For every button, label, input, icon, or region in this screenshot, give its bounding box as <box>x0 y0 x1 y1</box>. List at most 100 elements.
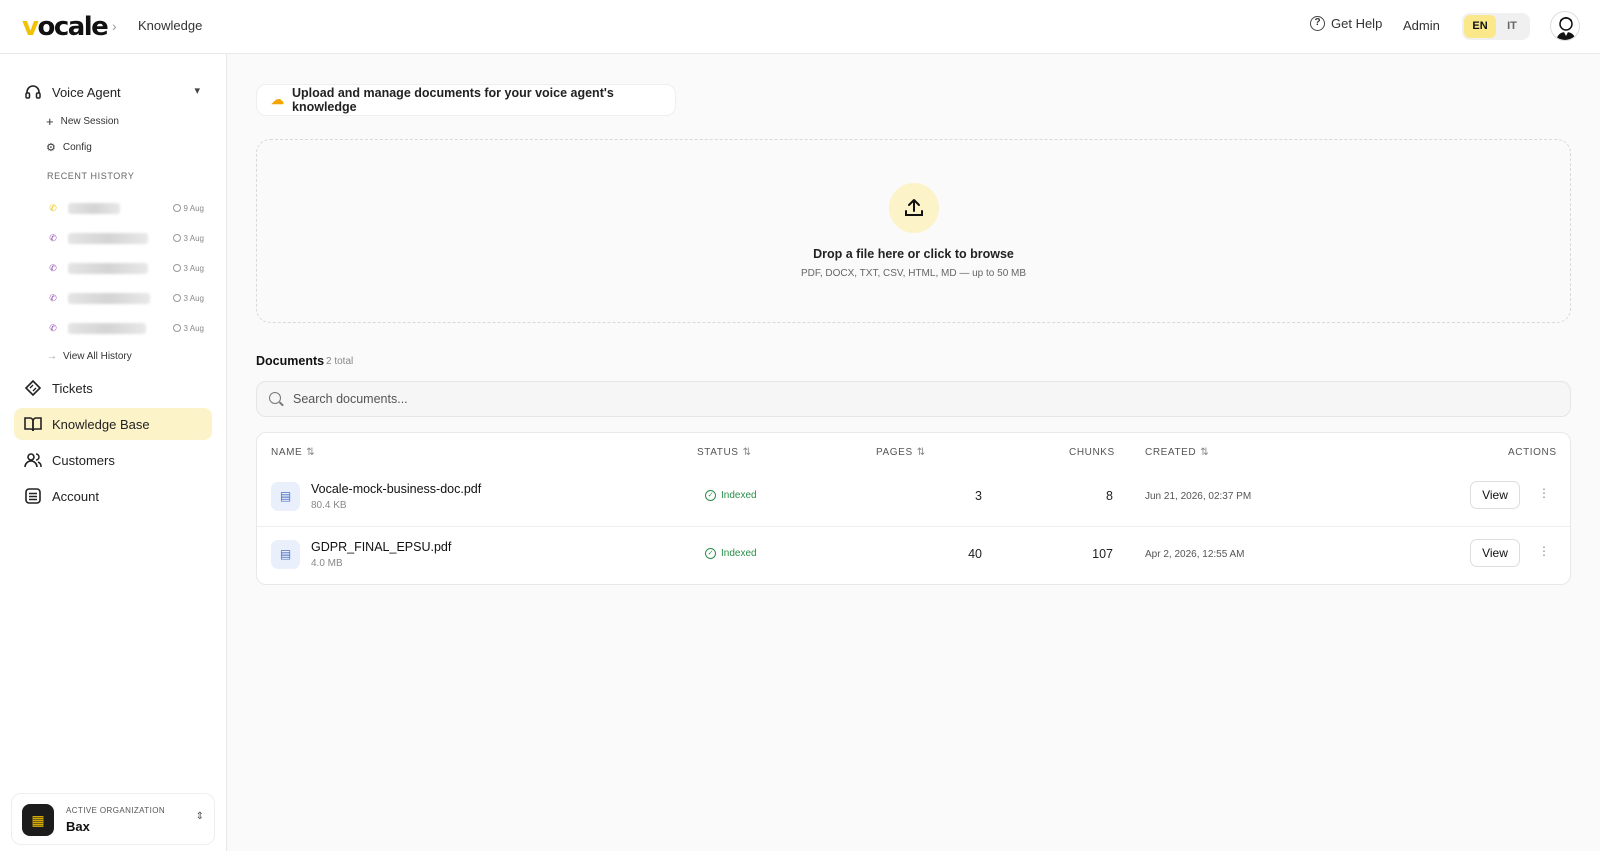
file-size: 4.0 MB <box>311 558 343 569</box>
clock-icon <box>172 324 181 332</box>
org-name: Bax <box>66 819 90 834</box>
sidebar-item-customers[interactable]: Customers <box>14 444 212 476</box>
search-bar <box>256 381 1571 417</box>
top-bar: vocale › Knowledge ? Get Help Admin EN I… <box>0 0 1600 54</box>
admin-link[interactable]: Admin <box>1403 18 1440 33</box>
sort-icon[interactable]: ⇅ <box>1200 447 1209 458</box>
headset-icon <box>25 85 41 99</box>
documents-table: NAME ⇅ STATUS ⇅ PAGES ⇅ CHUNKS CREATED ⇅ ACT… <box>256 432 1571 585</box>
chevron-down-icon[interactable]: ▾ <box>194 84 200 97</box>
gear-icon: ⚙ <box>46 142 56 154</box>
redacted-session-title <box>68 232 148 244</box>
get-help-button[interactable]: ? Get Help <box>1310 16 1382 31</box>
sidebar-item-voice-agent[interactable]: Voice Agent ▾ <box>14 76 212 108</box>
arrow-right-icon: → <box>47 351 57 362</box>
clock-icon <box>172 204 181 212</box>
sidebar-item-label: Account <box>52 488 99 504</box>
sidebar-item-label: Knowledge Base <box>52 416 150 432</box>
chevron-up-down-icon[interactable]: ⇕ <box>196 811 204 822</box>
sidebar-item-label: Customers <box>52 452 115 468</box>
file-text-icon: ▤ <box>271 540 300 569</box>
status-badge: ✓ Indexed <box>705 548 757 559</box>
column-header-name[interactable]: NAME ⇅ <box>271 447 315 458</box>
column-header-status[interactable]: STATUS ⇅ <box>697 447 752 458</box>
drop-title: Drop a file here or click to browse <box>813 247 1014 261</box>
phone-call-icon: ✆ <box>49 233 57 243</box>
upload-icon <box>889 183 939 233</box>
get-help-label: Get Help <box>1331 16 1383 31</box>
check-circle-icon: ✓ <box>705 548 716 559</box>
sort-icon[interactable]: ⇅ <box>917 447 926 458</box>
view-all-history-link[interactable]: → View All History <box>47 351 132 362</box>
sidebar-item-account[interactable]: Account <box>14 480 212 512</box>
history-item[interactable]: ✆ 3 Aug <box>46 290 204 306</box>
column-header-chunks: CHUNKS <box>1069 447 1115 458</box>
redacted-session-title <box>68 202 120 214</box>
book-open-icon <box>24 417 42 432</box>
view-button[interactable]: View <box>1470 539 1520 567</box>
view-all-history-label: View All History <box>63 351 132 362</box>
column-header-created[interactable]: CREATED ⇅ <box>1145 447 1209 458</box>
account-list-icon <box>25 488 41 504</box>
file-text-icon: ▤ <box>271 482 300 511</box>
help-icon: ? <box>1310 16 1325 31</box>
cloud-upload-icon: ☁ <box>271 92 284 107</box>
lang-en-button[interactable]: EN <box>1464 15 1496 38</box>
pages-value: 3 <box>975 489 982 503</box>
clock-icon <box>172 264 181 272</box>
language-switch: EN IT <box>1462 13 1530 40</box>
phone-icon: ✆ <box>49 203 57 213</box>
history-item[interactable]: ✆ 3 Aug <box>46 260 204 276</box>
status-badge: ✓ Indexed <box>705 490 757 501</box>
column-header-actions: ACTIONS <box>1508 447 1557 458</box>
breadcrumb-chevron-icon: › <box>112 18 117 34</box>
org-switcher[interactable]: ▦ ACTIVE ORGANIZATION Bax ⇕ <box>11 793 215 845</box>
more-vertical-icon[interactable]: ⋮ <box>1538 486 1550 500</box>
history-date: 3 Aug <box>172 324 204 333</box>
phone-call-icon: ✆ <box>49 293 57 303</box>
phone-call-icon: ✆ <box>49 263 57 273</box>
history-date: 3 Aug <box>172 264 204 273</box>
drop-hint: PDF, DOCX, TXT, CSV, HTML, MD — up to 50… <box>800 268 1027 279</box>
intro-text: Upload and manage documents for your voi… <box>292 86 614 114</box>
intro-banner: ☁ Upload and manage documents for your v… <box>256 84 676 116</box>
breadcrumb-current: Knowledge <box>138 18 203 33</box>
history-item[interactable]: ✆ 3 Aug <box>46 320 204 336</box>
redacted-session-title <box>68 262 148 274</box>
history-item[interactable]: ✆ 3 Aug <box>46 230 204 246</box>
check-circle-icon: ✓ <box>705 490 716 501</box>
lang-it-button[interactable]: IT <box>1496 15 1528 38</box>
building-icon: ▦ <box>22 804 54 836</box>
new-session-label: New Session <box>60 116 119 127</box>
redacted-session-title <box>68 322 146 334</box>
chunks-value: 8 <box>1106 489 1113 503</box>
user-avatar[interactable] <box>1550 11 1580 41</box>
sidebar-item-label: Tickets <box>52 380 93 396</box>
file-drop-zone[interactable]: Drop a file here or click to browse PDF,… <box>256 139 1571 323</box>
more-vertical-icon[interactable]: ⋮ <box>1538 544 1550 558</box>
chunks-value: 107 <box>1092 547 1113 561</box>
sidebar-item-knowledge-base[interactable]: Knowledge Base <box>14 408 212 440</box>
sidebar: Voice Agent ▾ + New Session ⚙ Config REC… <box>0 54 227 851</box>
config-link[interactable]: ⚙ Config <box>46 141 92 154</box>
new-session-link[interactable]: + New Session <box>46 114 119 129</box>
table-row[interactable]: ▤ GDPR_FINAL_EPSU.pdf 4.0 MB ✓ Indexed 40… <box>257 526 1570 583</box>
clock-icon <box>172 234 181 242</box>
search-input[interactable] <box>293 382 1553 416</box>
created-value: Apr 2, 2026, 12:55 AM <box>1145 549 1245 560</box>
logo[interactable]: vocale <box>22 12 109 42</box>
sidebar-item-label: Voice Agent <box>52 84 121 100</box>
phone-call-icon: ✆ <box>49 323 57 333</box>
sort-icon[interactable]: ⇅ <box>743 447 752 458</box>
history-item[interactable]: ✆ 9 Aug <box>46 200 204 216</box>
file-name: Vocale-mock-business-doc.pdf <box>311 482 482 496</box>
clock-icon <box>172 294 181 302</box>
plus-icon: + <box>46 114 54 129</box>
view-button[interactable]: View <box>1470 481 1520 509</box>
history-date: 3 Aug <box>172 294 204 303</box>
table-row[interactable]: ▤ Vocale-mock-business-doc.pdf 80.4 KB ✓… <box>257 469 1570 526</box>
sidebar-item-tickets[interactable]: Tickets <box>14 372 212 404</box>
sort-icon[interactable]: ⇅ <box>306 447 315 458</box>
column-header-pages[interactable]: PAGES ⇅ <box>876 447 926 458</box>
search-icon <box>269 392 281 404</box>
